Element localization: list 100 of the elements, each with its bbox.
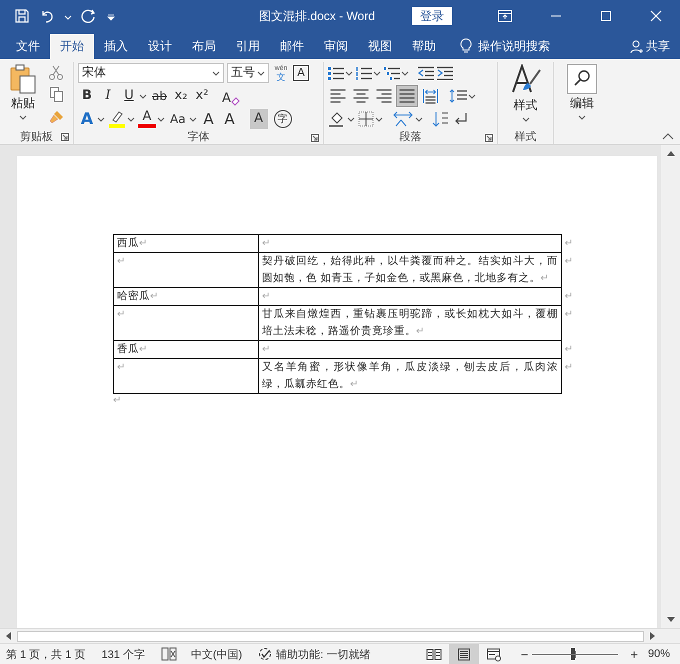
clear-formatting-button[interactable]: A xyxy=(220,86,242,106)
save-icon[interactable] xyxy=(14,8,30,24)
tell-me-search[interactable]: 操作说明搜索 xyxy=(478,34,550,59)
accessibility-status[interactable]: 辅助功能: 一切就绪 xyxy=(258,646,370,662)
dialog-launcher-icon[interactable] xyxy=(311,134,319,142)
ribbon-tab[interactable]: 引用 xyxy=(226,34,270,59)
bold-button[interactable]: B xyxy=(78,86,96,106)
sign-in-button[interactable]: 登录 xyxy=(412,7,452,25)
redo-icon[interactable] xyxy=(81,8,97,24)
underline-button[interactable]: U xyxy=(120,86,138,106)
row-end-mark: ↵ xyxy=(564,361,573,375)
table-cell-text: 契丹破回纥，始得此种，以牛粪覆而种之。结实如斗大，而圆如匏，色 如青玉，子如金色，或黑麻色，北地多有之。↵ xyxy=(261,254,559,286)
shading-icon[interactable] xyxy=(328,110,346,128)
strikethrough-button[interactable]: ab xyxy=(150,86,169,106)
grow-font-button[interactable]: A xyxy=(200,108,218,128)
highlighter-icon[interactable] xyxy=(108,110,126,128)
scroll-right-icon[interactable] xyxy=(650,632,656,640)
caret-icon[interactable] xyxy=(157,114,165,122)
maximize-icon[interactable] xyxy=(600,10,612,22)
increase-indent-icon[interactable] xyxy=(437,66,453,80)
subscript-button[interactable]: x₂ xyxy=(172,86,190,106)
eraser-icon xyxy=(230,96,240,106)
character-border-button[interactable]: A xyxy=(293,64,309,80)
text-direction-icon[interactable] xyxy=(392,110,414,126)
justify-icon[interactable] xyxy=(397,86,417,106)
ribbon-tab[interactable]: 插入 xyxy=(94,34,138,59)
caret-icon[interactable] xyxy=(347,114,355,122)
share-button[interactable]: 共享 xyxy=(630,34,680,59)
zoom-slider[interactable] xyxy=(532,648,618,660)
font-color-button[interactable]: A xyxy=(138,109,156,128)
table-cell-text: ↵ xyxy=(261,343,272,357)
group-label: 段落 xyxy=(400,130,422,144)
shrink-font-button[interactable]: A xyxy=(220,108,239,128)
sort-icon[interactable] xyxy=(432,110,450,126)
ribbon-tab[interactable]: 文件 xyxy=(6,34,50,59)
styles-button[interactable]: 样式 xyxy=(510,62,542,123)
scissors-icon[interactable] xyxy=(48,64,64,80)
decrease-indent-icon[interactable] xyxy=(418,66,434,80)
group-label: 剪贴板 xyxy=(20,130,53,144)
ribbon-tab[interactable]: 设计 xyxy=(138,34,182,59)
zoom-in-button[interactable]: + xyxy=(630,646,638,662)
character-shading-button[interactable]: A xyxy=(250,108,268,128)
search-icon xyxy=(567,64,597,94)
ribbon-tab[interactable]: 布局 xyxy=(182,34,226,59)
italic-button[interactable]: I xyxy=(99,86,117,106)
clipboard-icon xyxy=(9,64,37,94)
enclose-characters-button[interactable]: 字 xyxy=(274,110,292,128)
dialog-launcher-icon[interactable] xyxy=(485,134,493,142)
table-cell: ↵ xyxy=(114,359,259,393)
ribbon-tab[interactable]: 审阅 xyxy=(314,34,358,59)
caret-icon[interactable] xyxy=(373,68,381,76)
scroll-down-icon[interactable] xyxy=(666,617,674,623)
font-size-field[interactable]: 五号 xyxy=(227,62,269,82)
ribbon-display-icon[interactable] xyxy=(498,10,512,22)
row-end-mark: ↵ xyxy=(564,290,573,304)
change-case-button[interactable]: Aa xyxy=(168,108,188,128)
multilevel-list-icon[interactable] xyxy=(384,66,400,80)
editing-button[interactable]: 编辑 xyxy=(567,62,597,121)
ribbon-tab[interactable]: 视图 xyxy=(358,34,402,59)
text-effects-button[interactable]: A xyxy=(78,108,96,128)
caret-icon[interactable] xyxy=(401,68,409,76)
numbering-icon[interactable] xyxy=(356,66,372,80)
caret-icon[interactable] xyxy=(139,92,147,100)
zoom-level[interactable]: 90% xyxy=(648,648,670,660)
borders-icon[interactable] xyxy=(358,110,374,126)
superscript-button[interactable]: x² xyxy=(192,86,211,106)
font-name-field[interactable]: 宋体 xyxy=(78,62,224,82)
ribbon-tab[interactable]: 邮件 xyxy=(270,34,314,59)
word-count[interactable]: 131 个字 xyxy=(101,646,145,662)
language-status[interactable]: 中文(中国) xyxy=(190,646,242,662)
line-spacing-icon[interactable] xyxy=(449,88,467,104)
page-count[interactable]: 第 1 页，共 1 页 xyxy=(6,646,86,662)
print-layout-icon[interactable] xyxy=(448,644,479,664)
caret-icon[interactable] xyxy=(345,68,353,76)
collapse-ribbon-icon[interactable] xyxy=(662,132,674,140)
scroll-left-icon[interactable] xyxy=(5,632,11,640)
ribbon-tab[interactable]: 开始 xyxy=(50,34,94,59)
dialog-launcher-icon[interactable] xyxy=(61,133,69,141)
bullets-icon[interactable] xyxy=(328,66,344,80)
paragraph-mark-icon[interactable] xyxy=(453,110,469,126)
caret-icon[interactable] xyxy=(375,114,383,122)
caret-icon[interactable] xyxy=(415,114,423,122)
caret-icon[interactable] xyxy=(188,114,197,122)
ribbon-tab[interactable]: 帮助 xyxy=(402,34,446,59)
table-cell: ↵ xyxy=(114,306,259,340)
caret-icon xyxy=(257,68,265,76)
group-label: 样式 xyxy=(514,130,536,144)
caret-icon[interactable] xyxy=(468,92,476,100)
copy-icon[interactable] xyxy=(48,86,64,103)
proofing-icon[interactable] xyxy=(160,647,177,661)
caret-icon[interactable] xyxy=(97,114,105,122)
caret-icon[interactable] xyxy=(127,114,135,122)
vertical-scrollbar[interactable] xyxy=(661,145,680,628)
table-cell: 香瓜↵ xyxy=(114,341,259,358)
scroll-up-icon[interactable] xyxy=(666,150,674,156)
close-icon[interactable] xyxy=(650,10,662,22)
paste-button[interactable]: 粘贴 xyxy=(4,62,42,128)
zoom-out-button[interactable]: − xyxy=(520,646,528,662)
caret-icon xyxy=(19,113,27,121)
horizontal-scrollbar[interactable] xyxy=(0,628,680,643)
